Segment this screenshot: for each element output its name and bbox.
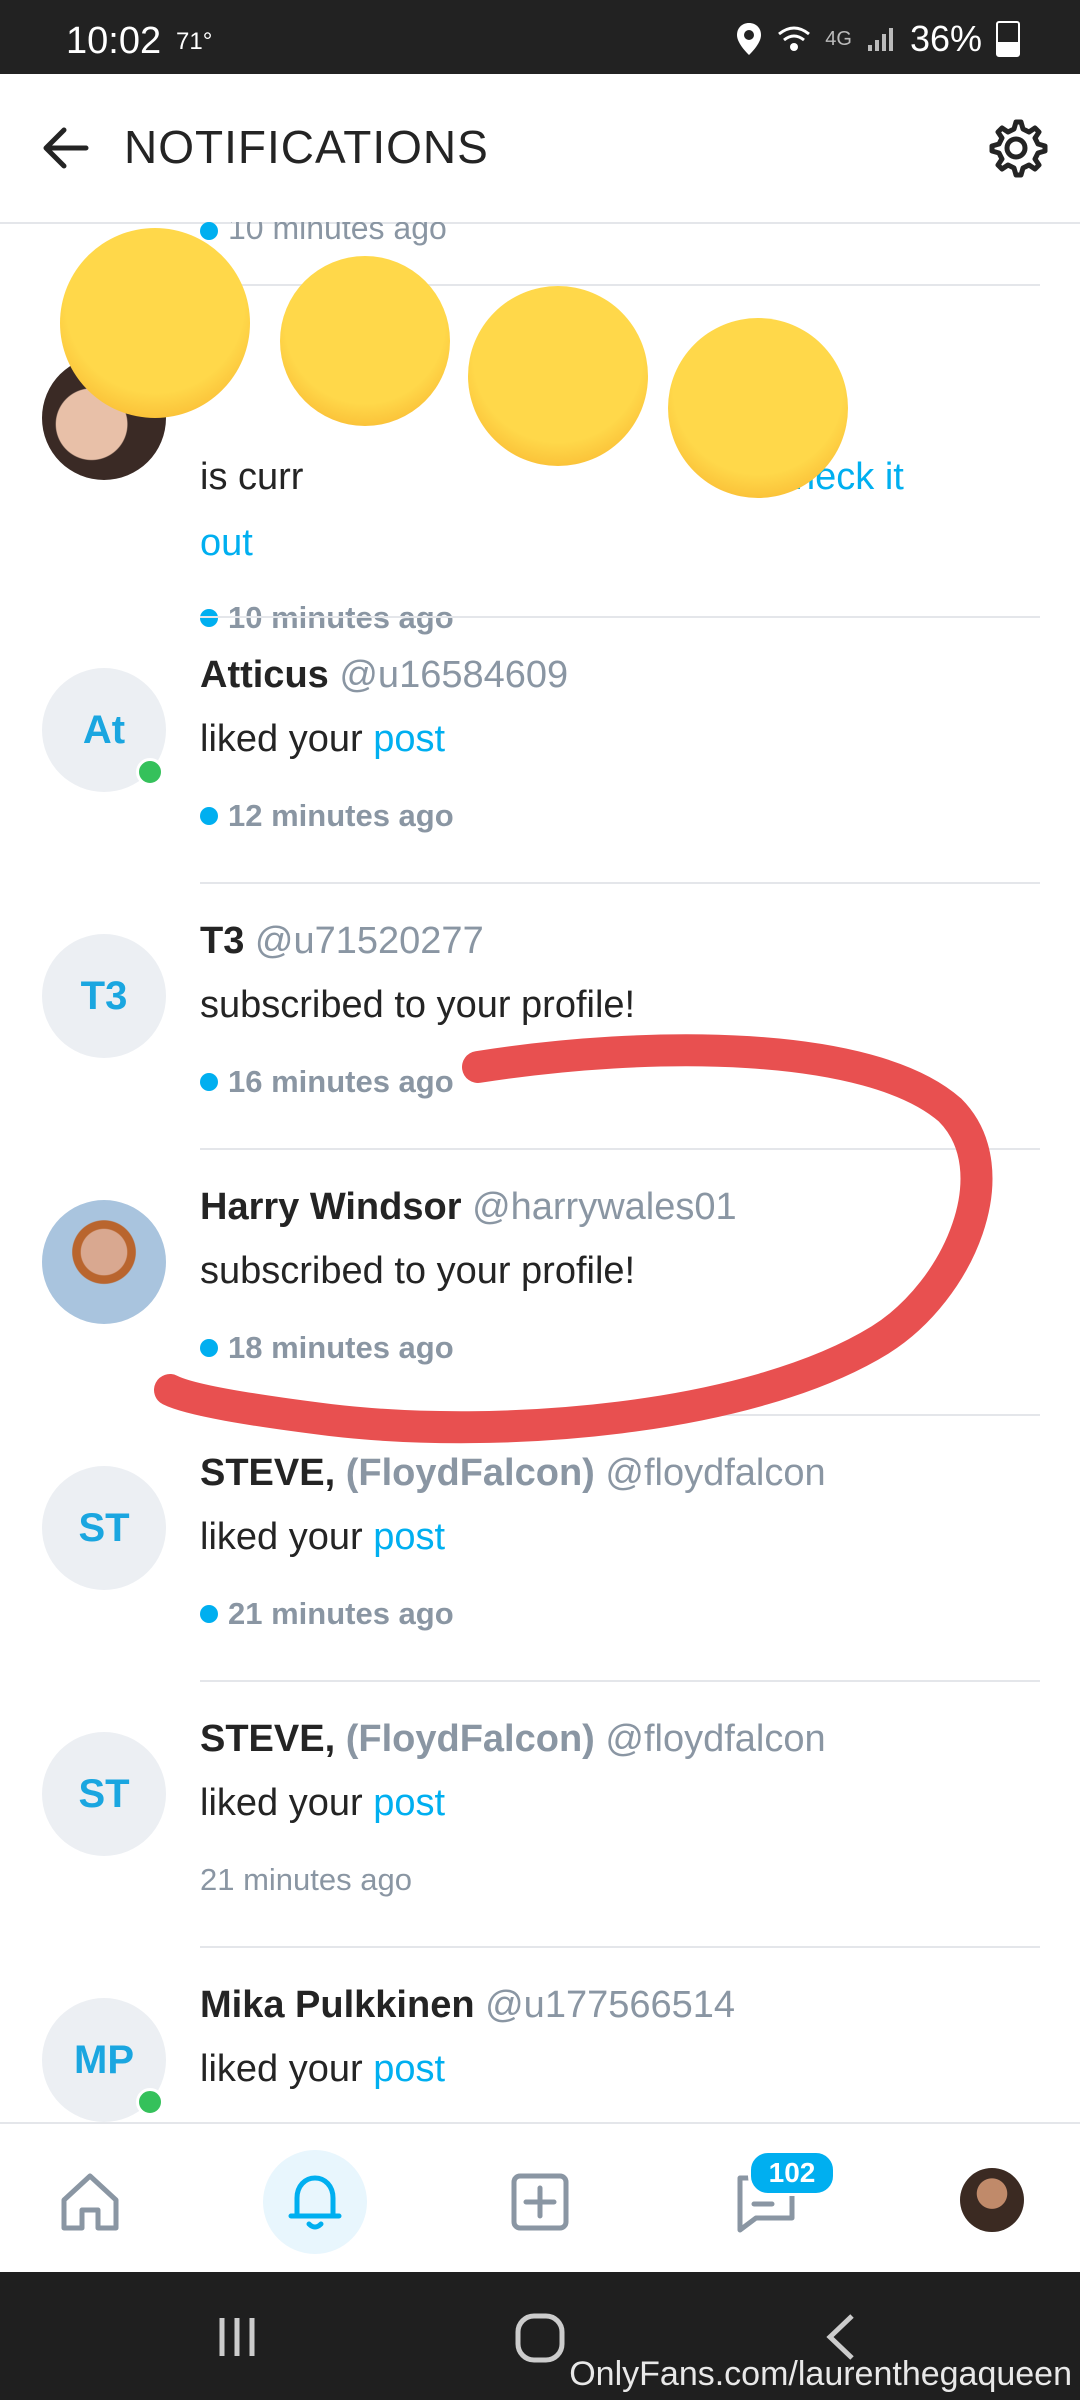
- list-item[interactable]: T3 T3 @u71520277 subscribed to your prof…: [0, 884, 1080, 1150]
- unread-dot: [200, 806, 218, 825]
- unread-dot: [200, 222, 218, 240]
- post-link[interactable]: post: [373, 2048, 445, 2090]
- wifi-icon: [778, 26, 811, 51]
- notification-text: subscribed to your profile!: [200, 984, 636, 1026]
- notification-time: 21 minutes ago: [200, 1862, 412, 1897]
- post-link[interactable]: post: [373, 1516, 445, 1558]
- battery-icon: [996, 21, 1020, 57]
- notification-time: 12 minutes ago: [200, 798, 454, 834]
- bottom-nav: [0, 2122, 1080, 2274]
- notification-text: liked your post: [200, 1516, 446, 1558]
- notifications-button[interactable]: [263, 2150, 367, 2254]
- status-temperature: 71°: [176, 28, 213, 55]
- list-item[interactable]: At Atticus @u16584609 liked your post 12…: [0, 618, 1080, 884]
- avatar[interactable]: T3: [42, 934, 166, 1058]
- partial-time: 10 minutes ago: [200, 222, 447, 247]
- notification-list[interactable]: 10 minutes ago is curr heck it out 10 mi…: [0, 222, 1080, 2122]
- notification-time: 18 minutes ago: [200, 1330, 454, 1366]
- post-link[interactable]: post: [373, 718, 445, 760]
- system-nav-bar: OnlyFans.com/laurenthegaqueen: [0, 2272, 1080, 2400]
- home-system-icon[interactable]: [514, 2312, 566, 2364]
- check-it-out-link-cont[interactable]: out: [200, 522, 253, 565]
- notification-time: 16 minutes ago: [200, 1064, 454, 1100]
- avatar[interactable]: ST: [42, 1466, 166, 1590]
- avatar-photo[interactable]: [42, 1200, 166, 1324]
- laughing-emoji-icon: [60, 228, 250, 418]
- app-header: NOTIFICATIONS: [0, 74, 1080, 224]
- back-arrow-icon[interactable]: [36, 118, 96, 178]
- home-icon: [61, 2173, 119, 2231]
- bell-icon: [288, 2175, 342, 2230]
- location-icon: [737, 23, 762, 55]
- laughing-emoji-icon: [468, 286, 648, 466]
- notification-text: subscribed to your profile!: [200, 1250, 636, 1292]
- messages-badge: 102: [748, 2150, 836, 2196]
- sweat-smile-emoji-icon: [668, 318, 848, 498]
- notification-sender[interactable]: STEVE, (FloydFalcon) @floydfalcon: [200, 1718, 826, 1761]
- notification-sender[interactable]: T3 @u71520277: [200, 920, 484, 963]
- add-post-button[interactable]: [488, 2150, 592, 2254]
- status-time: 10:02: [66, 20, 162, 62]
- notification-time: 21 minutes ago: [200, 1596, 454, 1632]
- profile-avatar-button[interactable]: [960, 2168, 1024, 2232]
- notification-text: liked your post: [200, 2048, 446, 2090]
- list-item[interactable]: Harry Windsor @harrywales01 subscribed t…: [0, 1150, 1080, 1416]
- notification-sender[interactable]: STEVE, (FloydFalcon) @floydfalcon: [200, 1452, 826, 1495]
- list-item[interactable]: MP Mika Pulkkinen @u177566514 liked your…: [0, 1948, 1080, 2122]
- plus-square-icon: [511, 2173, 569, 2231]
- recent-apps-icon[interactable]: [212, 2312, 262, 2362]
- sweat-smile-emoji-icon: [280, 256, 450, 426]
- online-indicator: [136, 758, 164, 786]
- notification-text: liked your post: [200, 718, 446, 760]
- notification-text: liked your post: [200, 1782, 446, 1824]
- gear-icon[interactable]: [984, 116, 1048, 180]
- post-link[interactable]: post: [373, 1782, 445, 1824]
- network-type: 4G: [825, 27, 852, 50]
- list-item[interactable]: ST STEVE, (FloydFalcon) @floydfalcon lik…: [0, 1682, 1080, 1948]
- notification-sender[interactable]: Atticus @u16584609: [200, 654, 568, 697]
- notification-sender[interactable]: Mika Pulkkinen @u177566514: [200, 1984, 735, 2027]
- unread-dot: [200, 1338, 218, 1357]
- online-indicator: [136, 2088, 164, 2116]
- notification-sender[interactable]: Harry Windsor @harrywales01: [200, 1186, 737, 1229]
- home-button[interactable]: [38, 2150, 142, 2254]
- list-item[interactable]: ST STEVE, (FloydFalcon) @floydfalcon lik…: [0, 1416, 1080, 1682]
- unread-dot: [200, 1604, 218, 1623]
- avatar[interactable]: ST: [42, 1732, 166, 1856]
- status-right: 4G 36%: [735, 18, 1020, 60]
- battery-percent: 36%: [909, 18, 982, 59]
- page-title: NOTIFICATIONS: [124, 121, 489, 173]
- watermark: OnlyFans.com/laurenthegaqueen: [569, 2355, 1072, 2393]
- signal-icon: [867, 28, 893, 51]
- status-bar: 10:02 71° 4G 36%: [0, 0, 1080, 74]
- unread-dot: [200, 1072, 218, 1091]
